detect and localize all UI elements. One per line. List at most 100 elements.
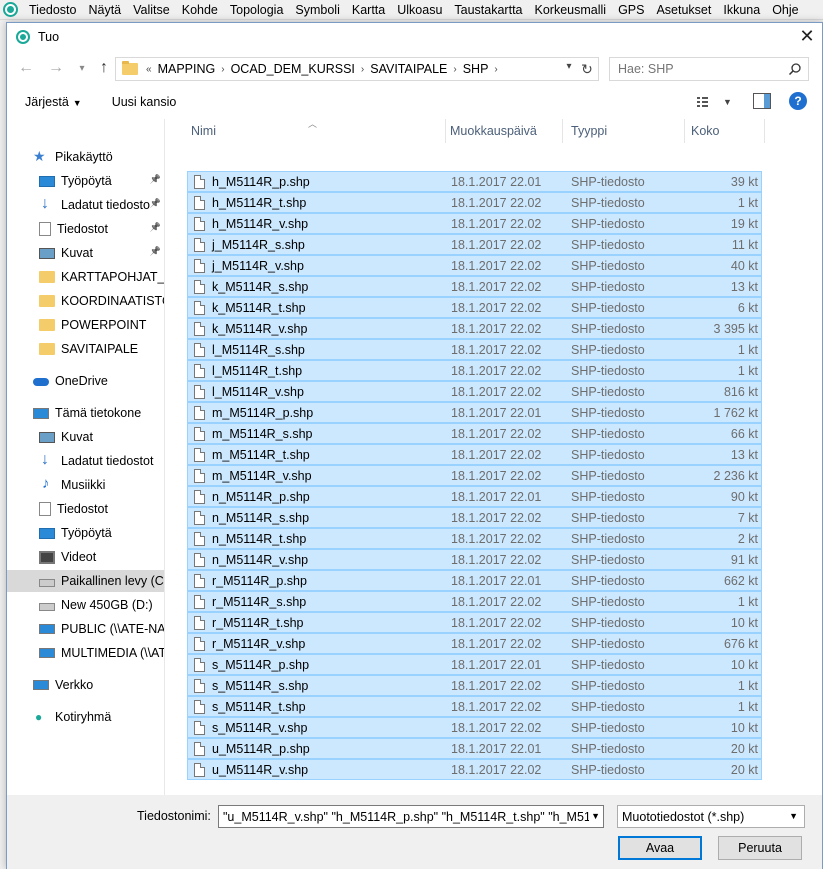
nav-item-savitaipale[interactable]: SAVITAIPALE: [7, 338, 164, 360]
table-row[interactable]: m_M5114R_p.shp 18.1.2017 22.01 SHP-tiedost…: [187, 402, 762, 423]
menu-item-7[interactable]: Ulkoasu: [391, 0, 448, 20]
breadcrumb-overflow[interactable]: «: [144, 64, 154, 75]
pin-icon[interactable]: 📌: [150, 198, 161, 209]
table-row[interactable]: l_M5114R_s.shp 18.1.2017 22.02 SHP-tiedost…: [187, 339, 762, 360]
table-row[interactable]: s_M5114R_t.shp 18.1.2017 22.02 SHP-tiedost…: [187, 696, 762, 717]
table-row[interactable]: u_M5114R_v.shp 18.1.2017 22.02 SHP-tiedost…: [187, 759, 762, 780]
menu-item-0[interactable]: Tiedosto: [23, 0, 82, 20]
search-icon[interactable]: [788, 62, 802, 76]
menu-item-6[interactable]: Kartta: [346, 0, 391, 20]
menu-item-1[interactable]: Näytä: [82, 0, 127, 20]
table-row[interactable]: h_M5114R_p.shp 18.1.2017 22.01 SHP-tiedost…: [187, 171, 762, 192]
back-button[interactable]: ←: [15, 57, 37, 79]
recent-dropdown-icon[interactable]: ▾: [71, 57, 93, 79]
table-row[interactable]: m_M5114R_t.shp 18.1.2017 22.02 SHP-tiedost…: [187, 444, 762, 465]
nav-homegroup[interactable]: Kotiryhmä: [7, 706, 164, 728]
nav-item-pc-pictures[interactable]: Kuvat: [7, 426, 164, 448]
nav-item-multimedia-nas[interactable]: MULTIMEDIA (\\ATE: [7, 642, 164, 664]
table-row[interactable]: h_M5114R_v.shp 18.1.2017 22.02 SHP-tiedost…: [187, 213, 762, 234]
table-row[interactable]: r_M5114R_s.shp 18.1.2017 22.02 SHP-tiedost…: [187, 591, 762, 612]
nav-item-koordinaatistot[interactable]: KOORDINAATISTOT: [7, 290, 164, 312]
table-row[interactable]: s_M5114R_v.shp 18.1.2017 22.02 SHP-tiedost…: [187, 717, 762, 738]
menu-item-5[interactable]: Symboli: [289, 0, 345, 20]
new-folder-button[interactable]: Uusi kansio: [94, 95, 189, 109]
breadcrumb-item[interactable]: OCAD_DEM_KURSSI: [227, 62, 359, 76]
nav-item-public-nas[interactable]: PUBLIC (\\ATE-NAS: [7, 618, 164, 640]
table-row[interactable]: r_M5114R_p.shp 18.1.2017 22.01 SHP-tiedost…: [187, 570, 762, 591]
nav-item-pc-documents[interactable]: Tiedostot: [7, 498, 164, 520]
forward-button[interactable]: →: [45, 57, 67, 79]
address-bar[interactable]: « MAPPING › OCAD_DEM_KURSSI › SAVITAIPALE › SH…: [115, 57, 599, 81]
table-row[interactable]: u_M5114R_p.shp 18.1.2017 22.01 SHP-tiedost…: [187, 738, 762, 759]
nav-this-pc[interactable]: Tämä tietokone: [7, 402, 164, 424]
table-row[interactable]: n_M5114R_s.shp 18.1.2017 22.02 SHP-tiedost…: [187, 507, 762, 528]
breadcrumb-chevron-icon[interactable]: ›: [492, 64, 499, 75]
menu-item-8[interactable]: Taustakartta: [448, 0, 528, 20]
nav-item-pc-desktop[interactable]: Työpöytä: [7, 522, 164, 544]
search-box[interactable]: [609, 57, 809, 81]
preview-pane-icon[interactable]: [753, 93, 771, 109]
table-row[interactable]: r_M5114R_t.shp 18.1.2017 22.02 SHP-tiedost…: [187, 612, 762, 633]
table-row[interactable]: r_M5114R_v.shp 18.1.2017 22.02 SHP-tiedost…: [187, 633, 762, 654]
table-row[interactable]: k_M5114R_t.shp 18.1.2017 22.02 SHP-tiedost…: [187, 297, 762, 318]
table-row[interactable]: l_M5114R_t.shp 18.1.2017 22.02 SHP-tiedost…: [187, 360, 762, 381]
table-row[interactable]: s_M5114R_s.shp 18.1.2017 22.02 SHP-tiedost…: [187, 675, 762, 696]
view-options-button[interactable]: ▼: [697, 93, 732, 111]
breadcrumb-chevron-icon[interactable]: ›: [359, 64, 366, 75]
column-divider[interactable]: [562, 119, 563, 143]
menu-item-13[interactable]: Ohje: [766, 0, 804, 20]
column-header-type[interactable]: Tyyppi: [567, 119, 683, 143]
table-row[interactable]: j_M5114R_v.shp 18.1.2017 22.02 SHP-tiedost…: [187, 255, 762, 276]
menu-item-11[interactable]: Asetukset: [650, 0, 717, 20]
filetype-select[interactable]: Muototiedostot (*.shp) ▼: [617, 805, 805, 828]
nav-item-powerpoint[interactable]: POWERPOINT: [7, 314, 164, 336]
menu-item-12[interactable]: Ikkuna: [717, 0, 766, 20]
nav-item-documents[interactable]: Tiedostot 📌: [7, 218, 164, 240]
table-row[interactable]: n_M5114R_v.shp 18.1.2017 22.02 SHP-tiedost…: [187, 549, 762, 570]
nav-item-downloads[interactable]: Ladatut tiedosto📌: [7, 194, 164, 216]
breadcrumb-item[interactable]: SAVITAIPALE: [366, 62, 451, 76]
table-row[interactable]: h_M5114R_t.shp 18.1.2017 22.02 SHP-tiedost…: [187, 192, 762, 213]
column-divider[interactable]: [684, 119, 685, 143]
breadcrumb-chevron-icon[interactable]: ›: [451, 64, 458, 75]
nav-item-drive-d[interactable]: New 450GB (D:): [7, 594, 164, 616]
table-row[interactable]: m_M5114R_v.shp 18.1.2017 22.02 SHP-tiedost…: [187, 465, 762, 486]
table-row[interactable]: j_M5114R_s.shp 18.1.2017 22.02 SHP-tiedost…: [187, 234, 762, 255]
nav-item-karttapohjat[interactable]: KARTTAPOHJAT_OCAD: [7, 266, 164, 288]
nav-network[interactable]: Verkko: [7, 674, 164, 696]
nav-onedrive[interactable]: OneDrive: [7, 370, 164, 392]
search-input[interactable]: [618, 62, 788, 76]
table-row[interactable]: k_M5114R_v.shp 18.1.2017 22.02 SHP-tiedost…: [187, 318, 762, 339]
nav-item-local-disk-c[interactable]: Paikallinen levy (C:): [7, 570, 164, 592]
table-row[interactable]: n_M5114R_t.shp 18.1.2017 22.02 SHP-tiedost…: [187, 528, 762, 549]
filename-field[interactable]: ▼: [218, 805, 604, 828]
pin-icon[interactable]: 📌: [150, 174, 161, 185]
column-header-size[interactable]: Koko: [687, 119, 763, 143]
menu-item-4[interactable]: Topologia: [224, 0, 290, 20]
pin-icon[interactable]: 📌: [150, 246, 161, 257]
pin-icon[interactable]: 📌: [150, 222, 161, 233]
table-row[interactable]: s_M5114R_p.shp 18.1.2017 22.01 SHP-tiedost…: [187, 654, 762, 675]
refresh-icon[interactable]: ↻: [578, 60, 596, 78]
table-row[interactable]: m_M5114R_s.shp 18.1.2017 22.02 SHP-tiedost…: [187, 423, 762, 444]
nav-quick-access[interactable]: Pikakäyttö: [7, 146, 164, 168]
menu-item-3[interactable]: Kohde: [176, 0, 224, 20]
column-header-date[interactable]: Muokkauspäivä: [446, 119, 562, 143]
chevron-down-icon[interactable]: ▼: [591, 811, 600, 821]
menu-item-2[interactable]: Valitse: [127, 0, 176, 20]
menu-item-9[interactable]: Korkeusmalli: [529, 0, 613, 20]
breadcrumb-chevron-icon[interactable]: ›: [219, 64, 226, 75]
menu-item-10[interactable]: GPS: [612, 0, 650, 20]
table-row[interactable]: k_M5114R_s.shp 18.1.2017 22.02 SHP-tiedost…: [187, 276, 762, 297]
table-row[interactable]: n_M5114R_p.shp 18.1.2017 22.01 SHP-tiedost…: [187, 486, 762, 507]
cancel-button[interactable]: Peruuta: [718, 836, 802, 860]
address-dropdown-icon[interactable]: ▾: [562, 61, 576, 72]
open-button[interactable]: Avaa: [618, 836, 702, 860]
nav-item-videos[interactable]: Videot: [7, 546, 164, 568]
breadcrumb-item[interactable]: MAPPING: [154, 62, 220, 76]
organize-button[interactable]: Järjestä ▼: [7, 95, 94, 109]
nav-item-pc-downloads[interactable]: Ladatut tiedostot: [7, 450, 164, 472]
nav-item-music[interactable]: Musiikki: [7, 474, 164, 496]
nav-item-pictures[interactable]: Kuvat 📌: [7, 242, 164, 264]
breadcrumb-item[interactable]: SHP: [459, 62, 493, 76]
